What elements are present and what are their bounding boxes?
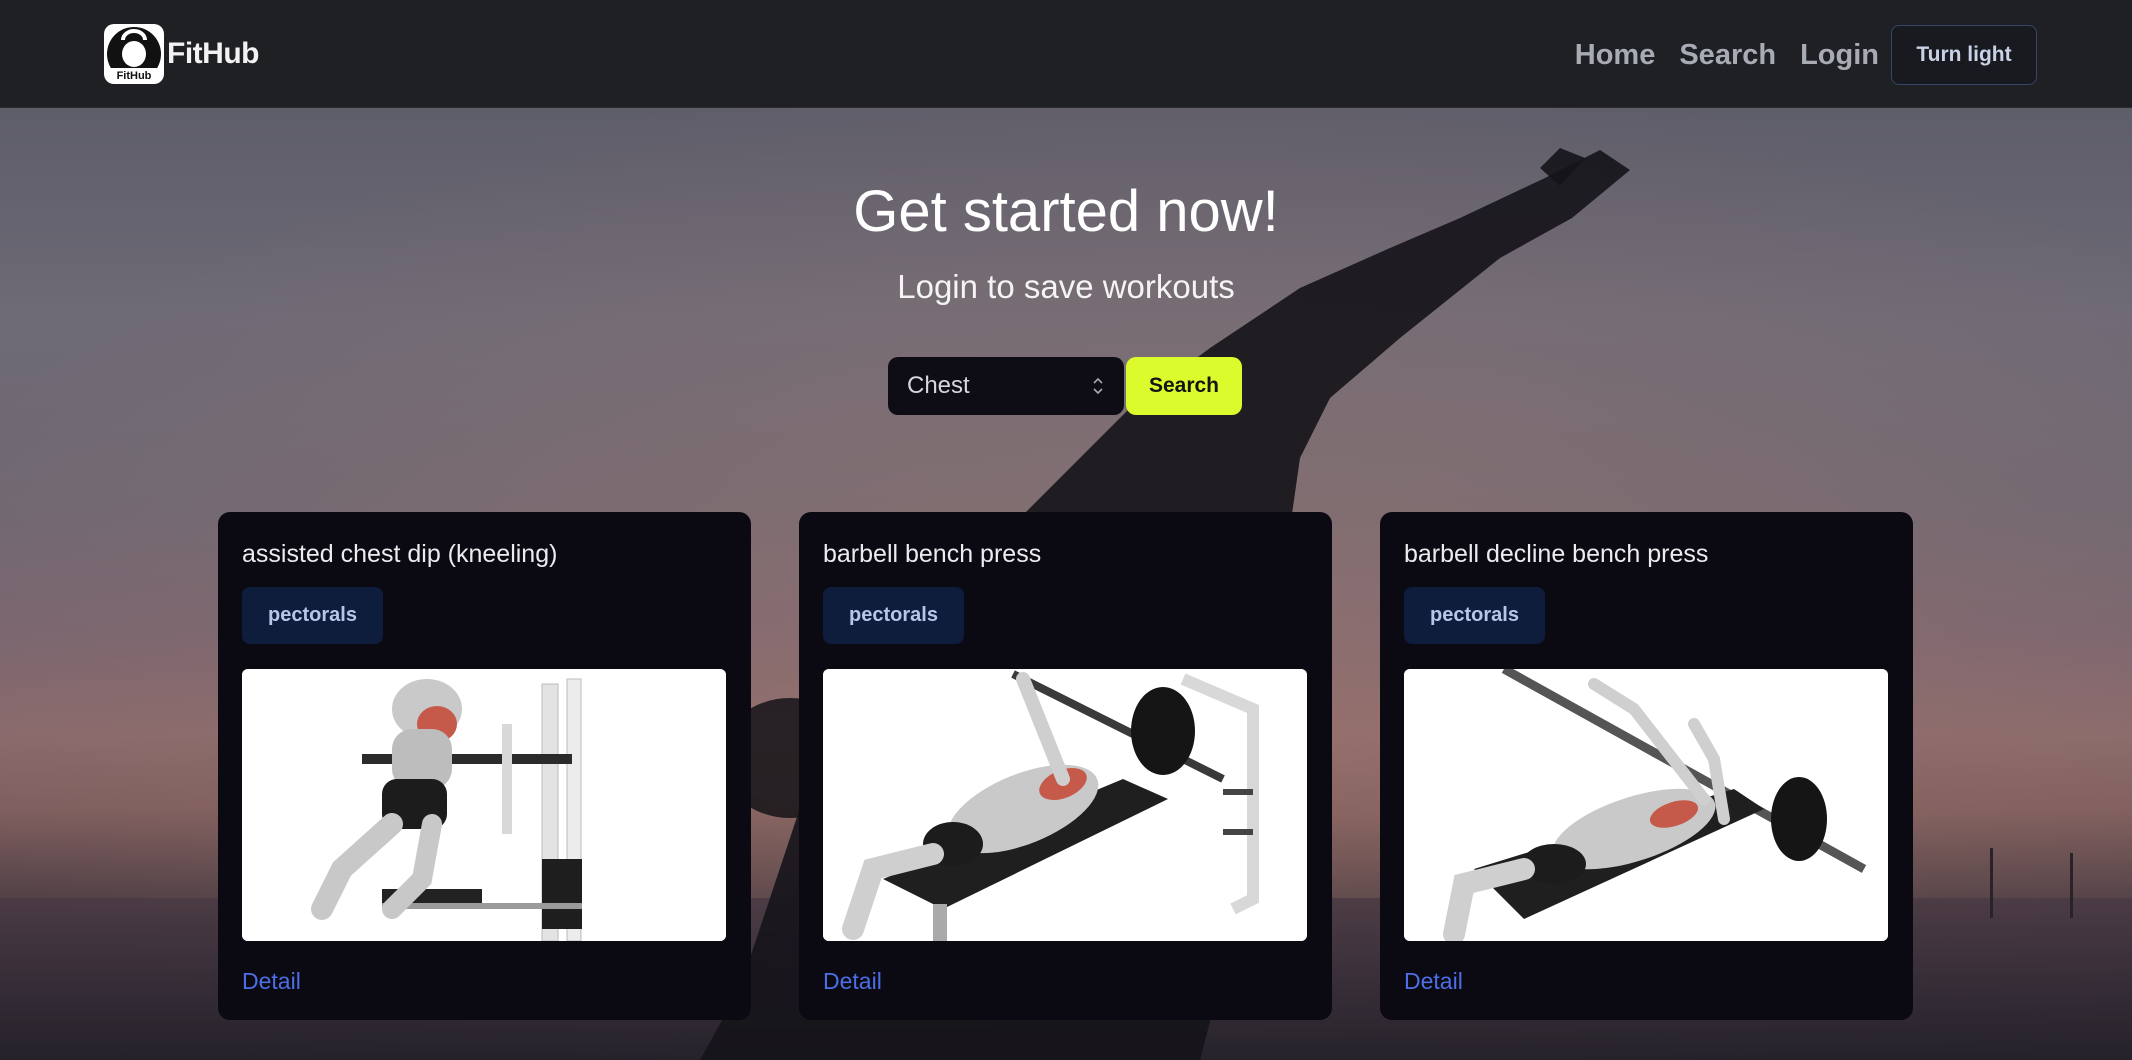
exercise-image [242,669,726,941]
exercise-image [823,669,1307,941]
exercise-card: barbell decline bench press pectorals De… [1380,512,1913,1020]
assisted-chest-dip-illustration [242,669,726,941]
exercise-card: barbell bench press pectorals Detail [799,512,1332,1020]
detail-link[interactable]: Detail [242,968,301,995]
fithub-logo: FitHub [104,24,164,84]
exercise-card: assisted chest dip (kneeling) pectorals [218,512,751,1020]
nav-search-link[interactable]: Search [1679,39,1776,72]
brand[interactable]: FitHub FitHub [104,24,259,84]
hero-section: Get started now! Login to save workouts … [0,108,2132,1060]
hero-title: Get started now! [853,179,1279,244]
nav-links: Home Search Login Turn light [1575,25,2037,85]
svg-text:FitHub: FitHub [117,70,152,82]
select-chevron-icon [1093,377,1103,395]
hero-subtitle: Login to save workouts [897,268,1235,305]
detail-link[interactable]: Detail [1404,968,1463,995]
search-form: Chest Search [888,357,1242,415]
exercise-name: barbell bench press [823,540,1042,568]
detail-link[interactable]: Detail [823,968,882,995]
target-muscle-badge[interactable]: pectorals [1404,587,1545,644]
kettlebell-icon: FitHub [107,27,161,82]
nav-home-link[interactable]: Home [1575,39,1656,72]
nav-login-link[interactable]: Login [1800,39,1879,72]
exercise-image [1404,669,1888,941]
exercise-name: barbell decline bench press [1404,540,1709,568]
barbell-decline-bench-press-illustration [1404,669,1888,941]
exercise-name: assisted chest dip (kneeling) [242,540,558,568]
navbar: FitHub FitHub Home Search Login Turn lig… [0,0,2132,108]
target-muscle-badge[interactable]: pectorals [242,587,383,644]
target-muscle-badge[interactable]: pectorals [823,587,964,644]
theme-toggle-button[interactable]: Turn light [1891,25,2037,85]
barbell-bench-press-illustration [823,669,1307,941]
search-button[interactable]: Search [1126,357,1242,415]
body-part-select-value: Chest [907,372,970,399]
body-part-select[interactable]: Chest [888,357,1124,415]
brand-name[interactable]: FitHub [167,37,259,71]
